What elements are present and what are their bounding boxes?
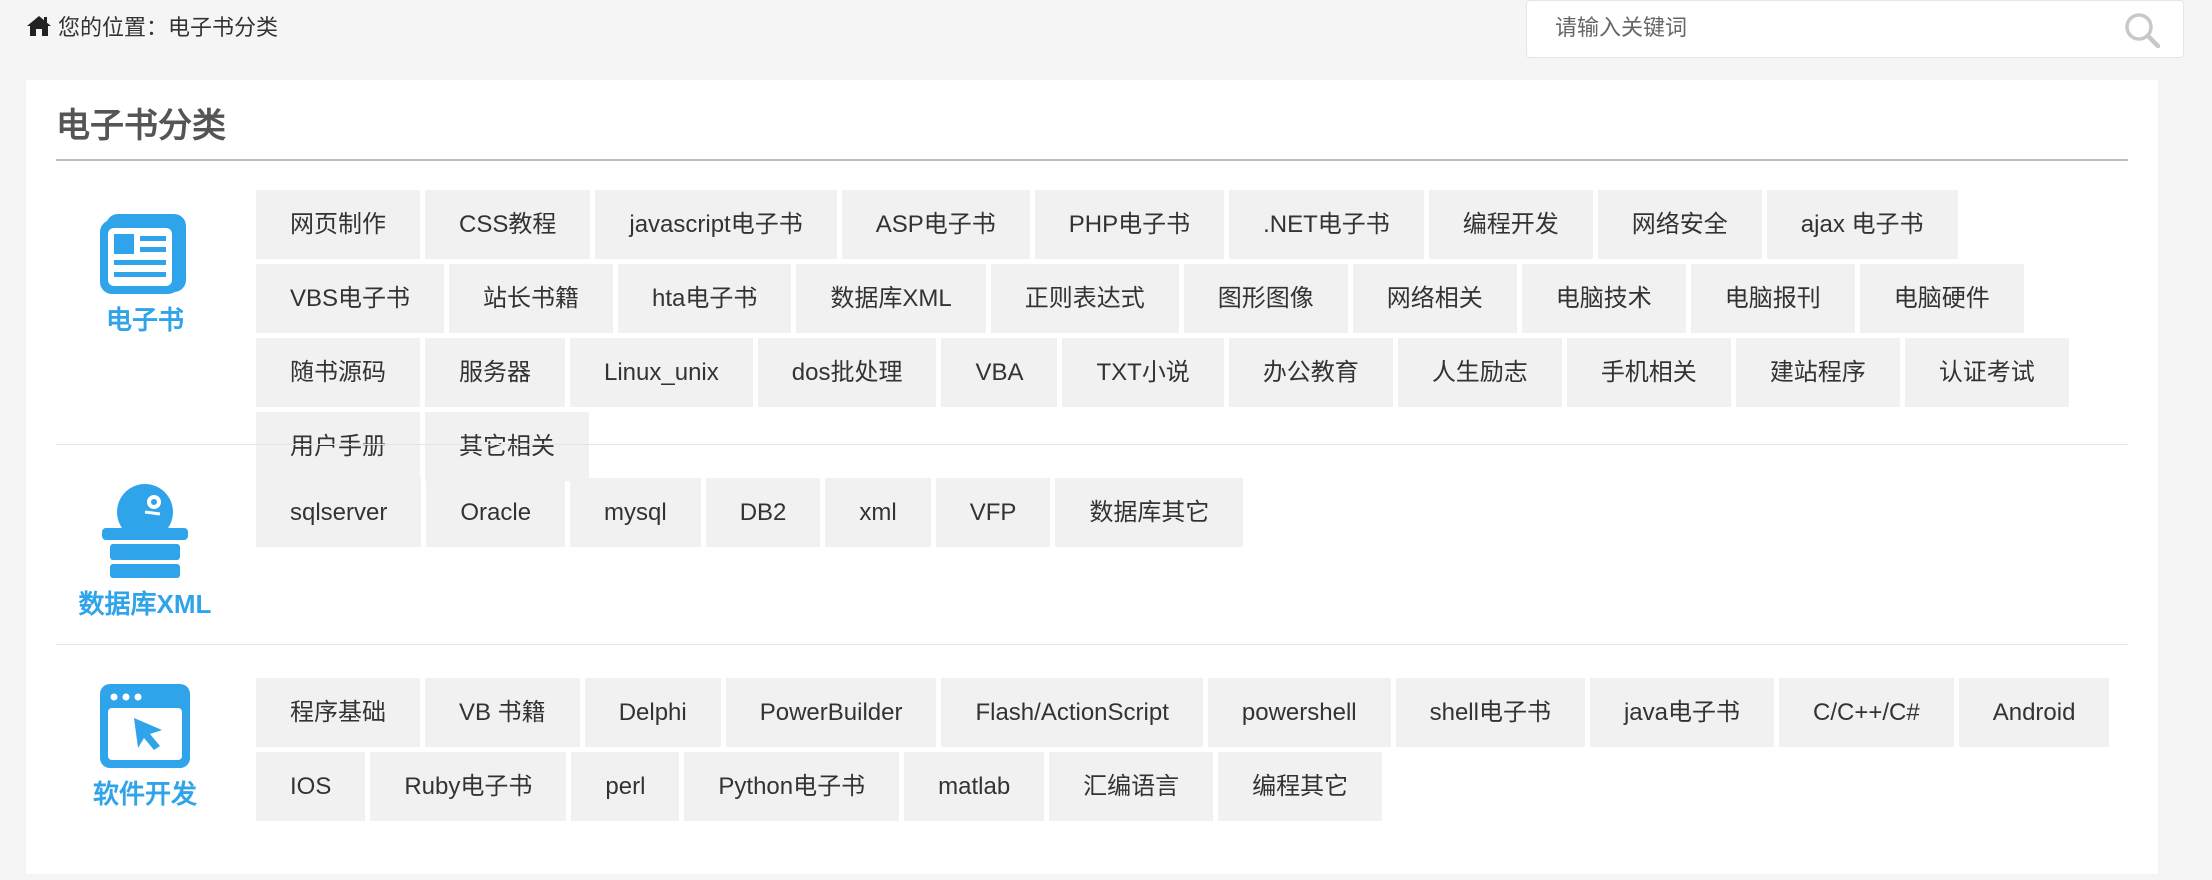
search-box — [1526, 0, 2184, 58]
category-row-ebook: 电子书 网页制作 CSS教程 javascript电子书 ASP电子书 PHP电子书 .N… — [56, 190, 2128, 481]
search-input[interactable] — [1555, 9, 2115, 47]
category-tag[interactable]: dos批处理 — [757, 338, 937, 407]
breadcrumb: 您的位置：电子书分类 — [26, 10, 278, 42]
category-tag[interactable]: IOS — [256, 752, 366, 821]
category-tag[interactable]: ASP电子书 — [841, 190, 1030, 259]
category-label-software: 软件开发 — [92, 779, 197, 809]
category-tag[interactable]: 手机相关 — [1566, 338, 1731, 407]
category-ebook[interactable]: 电子书 — [56, 212, 234, 337]
category-tag[interactable]: 电脑硬件 — [1859, 264, 2024, 333]
category-tag[interactable]: hta电子书 — [618, 264, 792, 333]
category-tag[interactable]: 人生励志 — [1397, 338, 1562, 407]
category-tag[interactable]: mysql — [570, 478, 701, 547]
category-tag[interactable]: 数据库其它 — [1055, 478, 1244, 547]
category-tag[interactable]: 建站程序 — [1735, 338, 1900, 407]
category-tag[interactable]: sqlserver — [256, 478, 422, 547]
category-tag[interactable]: C/C++/C# — [1779, 678, 1954, 747]
tag-list-database: sqlserver Oracle mysql DB2 xml VFP 数据库其它 — [256, 478, 2128, 547]
category-tag[interactable]: .NET电子书 — [1229, 190, 1424, 259]
category-tag[interactable]: 正则表达式 — [990, 264, 1179, 333]
title-divider — [56, 159, 2128, 161]
category-tag[interactable]: matlab — [904, 752, 1045, 821]
category-tag[interactable]: 认证考试 — [1904, 338, 2069, 407]
category-label-database: 数据库XML — [78, 589, 212, 619]
search-icon[interactable] — [2123, 11, 2161, 49]
category-label-ebook: 电子书 — [105, 305, 184, 335]
category-tag[interactable]: shell电子书 — [1395, 678, 1585, 747]
category-row-database: 数据库XML sqlserver Oracle mysql DB2 xml VFP 数据库其… — [56, 478, 2128, 678]
category-tag[interactable]: VFP — [935, 478, 1051, 547]
tag-list-ebook: 网页制作 CSS教程 javascript电子书 ASP电子书 PHP电子书 .NET电子… — [256, 190, 2128, 481]
category-tag[interactable]: 编程其它 — [1218, 752, 1383, 821]
category-tag[interactable]: 网络相关 — [1352, 264, 1517, 333]
category-tag[interactable]: 程序基础 — [256, 678, 420, 747]
category-tag[interactable]: 服务器 — [425, 338, 565, 407]
breadcrumb-text: 您的位置：电子书分类 — [58, 15, 279, 40]
page-title: 电子书分类 — [56, 107, 226, 145]
category-tag[interactable]: 网页制作 — [256, 190, 420, 259]
category-database[interactable]: 数据库XML — [56, 484, 234, 621]
category-tag[interactable]: TXT小说 — [1062, 338, 1224, 407]
category-tag[interactable]: 电脑技术 — [1521, 264, 1686, 333]
ebook-document-icon — [100, 214, 186, 294]
category-tag[interactable]: 用户手册 — [256, 412, 420, 481]
category-tag[interactable]: VBA — [941, 338, 1058, 407]
category-tag[interactable]: 电脑报刊 — [1690, 264, 1855, 333]
category-tag[interactable]: 图形图像 — [1183, 264, 1348, 333]
category-tag[interactable]: Ruby电子书 — [370, 752, 567, 821]
category-tag[interactable]: VB 书籍 — [425, 678, 580, 747]
category-tag[interactable]: Python电子书 — [684, 752, 900, 821]
category-tag[interactable]: VBS电子书 — [256, 264, 445, 333]
row-divider — [56, 444, 2128, 445]
category-tag[interactable]: PowerBuilder — [725, 678, 937, 747]
category-tag[interactable]: 数据库XML — [796, 264, 986, 333]
category-tag[interactable]: java电子书 — [1589, 678, 1774, 747]
category-software[interactable]: 软件开发 — [56, 682, 234, 811]
category-tag[interactable]: 站长书籍 — [449, 264, 614, 333]
category-tag[interactable]: perl — [571, 752, 680, 821]
category-tag[interactable]: xml — [825, 478, 931, 547]
tag-list-software: 程序基础 VB 书籍 Delphi PowerBuilder Flash/ActionS… — [256, 678, 2128, 821]
category-tag[interactable]: 办公教育 — [1228, 338, 1393, 407]
software-window-cursor-icon — [100, 684, 190, 768]
category-tag[interactable]: Delphi — [584, 678, 721, 747]
category-panel: 电子书分类 电子书 网页制作 CSS教程 javascript电子书 ASP电子书 PH… — [26, 80, 2158, 874]
home-icon[interactable] — [26, 14, 52, 38]
category-tag[interactable]: javascript电子书 — [595, 190, 837, 259]
category-tag[interactable]: PHP电子书 — [1034, 190, 1225, 259]
category-tag[interactable]: 其它相关 — [425, 412, 589, 481]
category-tag[interactable]: 网络安全 — [1597, 190, 1762, 259]
category-tag[interactable]: Linux_unix — [570, 338, 753, 407]
category-tag[interactable]: Oracle — [426, 478, 566, 547]
category-tag[interactable]: DB2 — [705, 478, 821, 547]
top-bar: 您的位置：电子书分类 — [0, 0, 2212, 72]
category-tag[interactable]: ajax 电子书 — [1766, 190, 1958, 259]
row-divider — [56, 644, 2128, 645]
category-tag[interactable]: Android — [1958, 678, 2110, 747]
category-tag[interactable]: CSS教程 — [425, 190, 591, 259]
category-row-software: 软件开发 程序基础 VB 书籍 Delphi PowerBuilder Flash/Ac… — [56, 678, 2128, 868]
category-tag[interactable]: 随书源码 — [256, 338, 420, 407]
category-tag[interactable]: 编程开发 — [1428, 190, 1593, 259]
category-tag[interactable]: Flash/ActionScript — [941, 678, 1203, 747]
category-tag[interactable]: powershell — [1207, 678, 1391, 747]
category-tag[interactable]: 汇编语言 — [1049, 752, 1214, 821]
database-robot-icon — [102, 484, 188, 578]
